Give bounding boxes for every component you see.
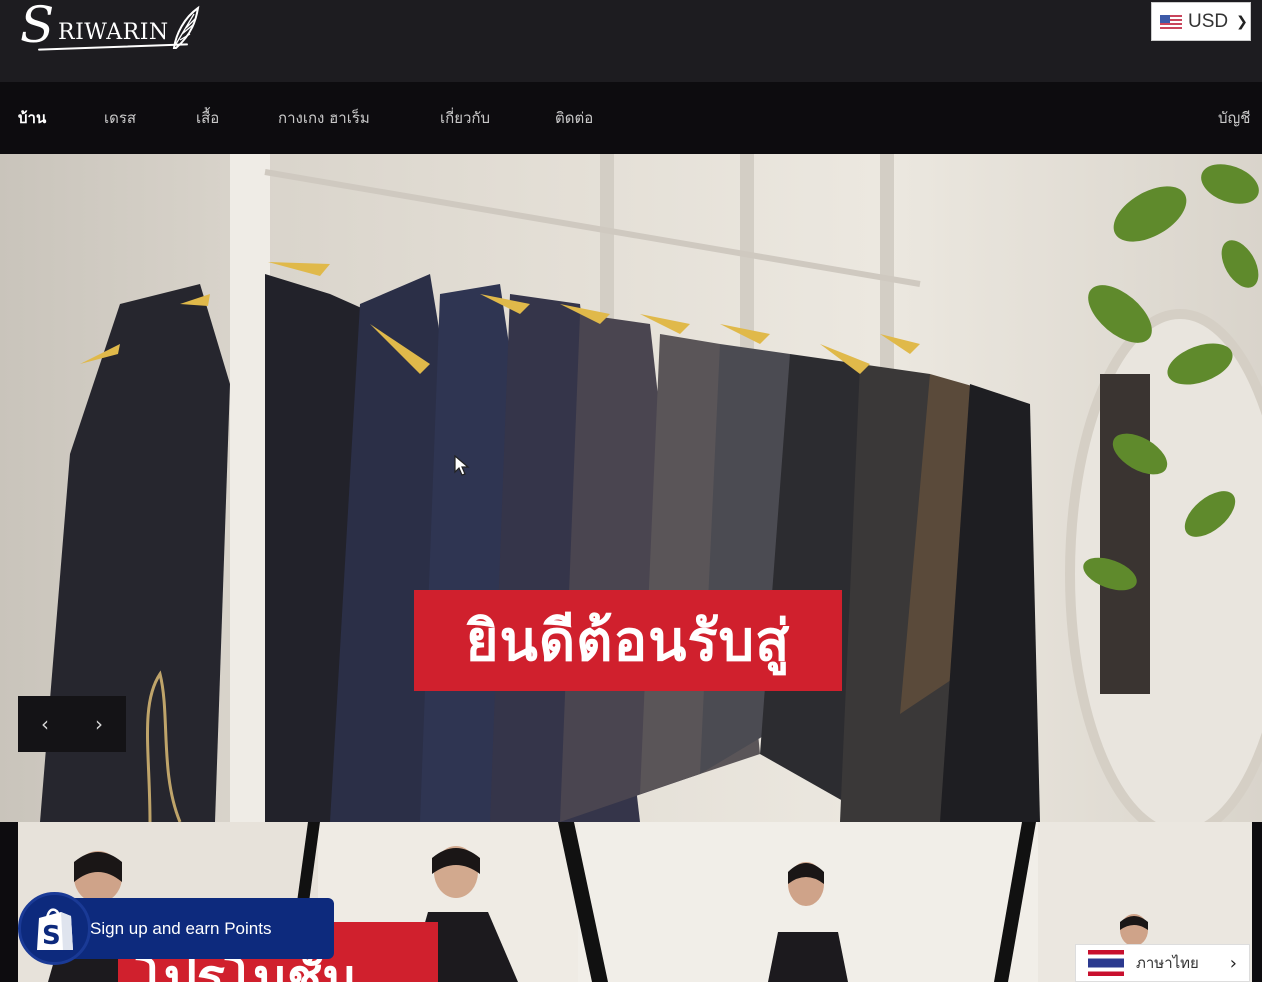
earn-points-button[interactable]: Sign up and earn Points [62, 898, 334, 959]
nav-item-shirts[interactable]: เสื้อ [196, 106, 219, 130]
hero-image [40, 154, 1262, 822]
mouse-cursor-icon [454, 455, 470, 476]
nav-item-harem-pants[interactable]: กางเกง ฮาเร็ม [278, 106, 370, 130]
hero-banner-text: ยินดีต้อนรับสู่ [465, 609, 791, 674]
currency-code: USD [1188, 10, 1229, 32]
nav-account-link[interactable]: บัญชี [1218, 106, 1250, 130]
language-switcher[interactable]: ภาษาไทย › [1075, 944, 1250, 982]
slider-next-button[interactable]: › [72, 696, 126, 752]
chevron-right-icon: › [1229, 952, 1237, 974]
logo-wordmark: RIWARIN [58, 20, 169, 45]
svg-text:S: S [42, 921, 61, 951]
logo-initial: S [20, 0, 55, 54]
main-nav: บ้าน เดรส เสื้อ กางเกง ฮาเร็ม เกี่ยวกับ … [0, 82, 1262, 154]
nav-item-home[interactable]: บ้าน [18, 106, 46, 130]
feather-icon [172, 5, 200, 49]
shopify-bag-icon[interactable]: S [18, 892, 91, 965]
top-bar: S RIWARIN USD ❯ [0, 0, 1262, 82]
hero-slider[interactable]: ยินดีต้อนรับสู่ ‹ › [0, 154, 1262, 822]
slider-prev-button[interactable]: ‹ [18, 696, 72, 752]
slider-controls: ‹ › [18, 696, 126, 752]
hero-welcome-banner: ยินดีต้อนรับสู่ [414, 590, 842, 691]
thai-flag-icon [1088, 950, 1124, 976]
chevron-down-icon: ❯ [1236, 13, 1248, 30]
currency-selector[interactable]: USD ❯ [1151, 2, 1251, 41]
rewards-widget: Sign up and earn Points S [18, 892, 334, 965]
chevron-right-icon: › [95, 712, 103, 736]
nav-item-dresses[interactable]: เดรส [104, 106, 136, 130]
nav-item-contact[interactable]: ติดต่อ [555, 106, 593, 130]
language-label: ภาษาไทย [1136, 954, 1199, 972]
us-flag-icon [1160, 14, 1182, 29]
nav-item-about[interactable]: เกี่ยวกับ [440, 106, 490, 130]
chevron-left-icon: ‹ [41, 712, 49, 736]
brand-logo[interactable]: S RIWARIN [18, 0, 208, 58]
earn-points-label: Sign up and earn Points [90, 918, 272, 938]
shopify-logo: S [36, 907, 73, 951]
